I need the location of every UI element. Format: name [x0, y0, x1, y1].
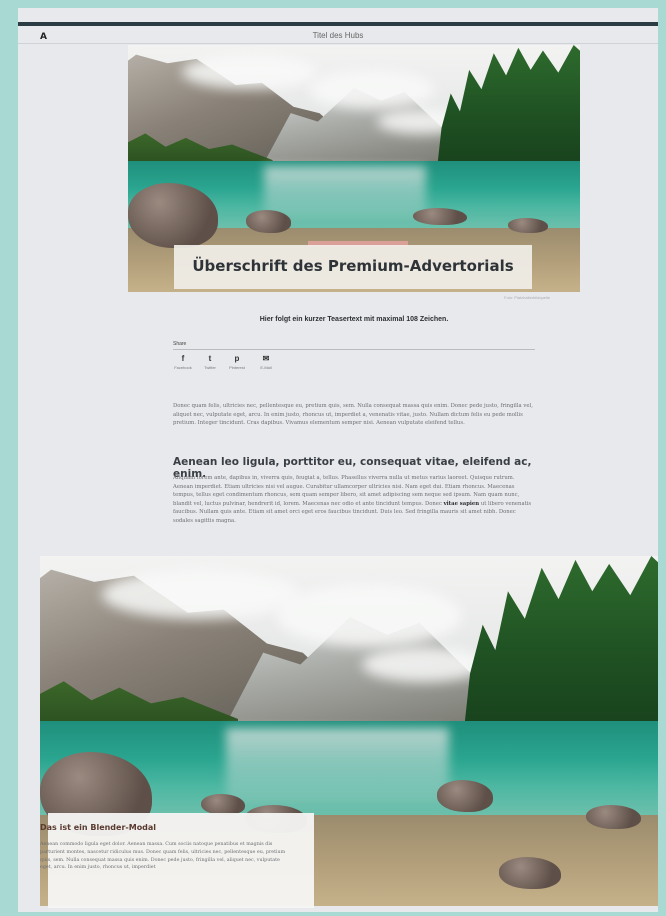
hero-image: Überschrift des Premium-Advertorials — [128, 45, 580, 292]
rock — [436, 780, 493, 812]
article-paragraph: Aliquam lorem ante, dapibus in, viverra … — [173, 474, 535, 526]
twitter-icon: t — [208, 354, 212, 363]
share-button-label: Twitter — [204, 365, 216, 370]
header-rule — [18, 22, 658, 26]
rock — [412, 208, 467, 226]
cloud — [182, 54, 318, 90]
hero-title-box: Überschrift des Premium-Advertorials — [174, 245, 532, 289]
rock — [507, 217, 549, 233]
cloud — [308, 69, 436, 110]
page-canvas: A Titel des Hubs Überschrift des Premium… — [18, 8, 658, 912]
bold-text: vitae sapien — [443, 500, 480, 507]
rock — [498, 857, 561, 889]
share-button-facebook[interactable]: f Facebook — [173, 354, 193, 370]
article-paragraph: Donec quam felis, ultricies nec, pellent… — [173, 403, 533, 427]
hero-title: Überschrift des Premium-Advertorials — [192, 257, 514, 275]
share-button-pinterest[interactable]: p Pinterest — [227, 354, 247, 370]
rock — [245, 210, 291, 233]
pinterest-icon: p — [234, 354, 240, 363]
modal-text: Aenean commodo ligula eget dolor. Aenean… — [40, 842, 286, 871]
share-button-email[interactable]: ✉ E-Mail — [256, 354, 276, 370]
hub-title[interactable]: Titel des Hubs — [18, 31, 658, 40]
facebook-icon: f — [181, 354, 185, 363]
image-credit: Foto: Platzhalterbildquelle — [504, 295, 551, 300]
cloud — [102, 570, 301, 619]
share-button-label: Pinterest — [229, 365, 245, 370]
share-button-label: Facebook — [174, 365, 192, 370]
rock — [201, 794, 245, 815]
teaser-text: Hier folgt ein kurzer Teasertext mit max… — [259, 316, 449, 323]
lake-reflection — [226, 727, 450, 805]
share-divider — [173, 349, 535, 350]
cloud — [275, 584, 462, 647]
lake-reflection — [263, 166, 427, 221]
modal-title: Das ist ein Blender-Modal — [40, 823, 157, 832]
share-label: Share — [173, 341, 187, 347]
share-button-label: E-Mail — [260, 365, 272, 370]
header-bar: A Titel des Hubs — [18, 8, 658, 44]
share-button-twitter[interactable]: t Twitter — [200, 354, 220, 370]
cloud — [362, 647, 487, 682]
email-icon: ✉ — [262, 354, 270, 363]
header-divider — [18, 43, 658, 44]
